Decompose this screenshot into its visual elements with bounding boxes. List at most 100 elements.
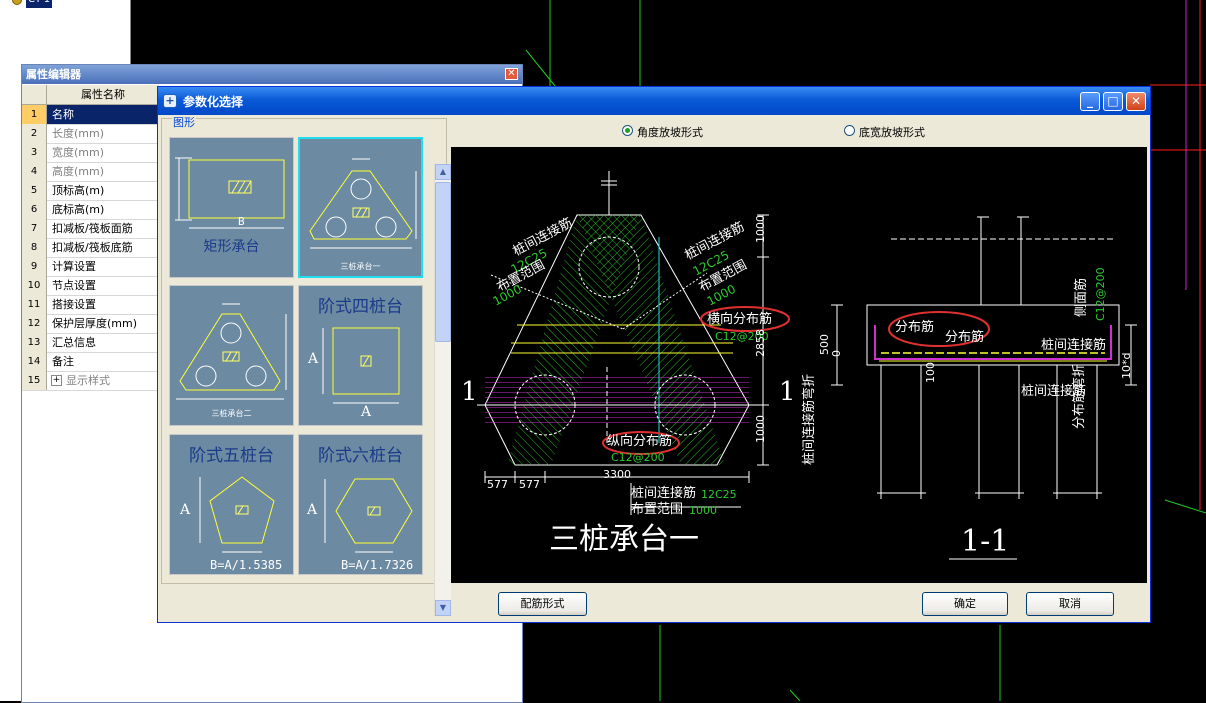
component-icon <box>12 0 22 5</box>
property-name[interactable]: 显示样式 <box>66 371 110 390</box>
maximize-icon[interactable]: □ <box>1103 92 1123 111</box>
tile-three-pile-cap-1[interactable]: 三桩承台一 <box>298 137 423 278</box>
drawing-label-sec-dim-500: 500 <box>818 334 831 355</box>
drawing-label-sec-right-vert: 分布筋弯折 <box>1072 363 1087 429</box>
row-index: 15 <box>22 371 47 390</box>
column-header-name: 属性名称 <box>47 85 159 105</box>
property-name[interactable]: 汇总信息 <box>52 333 96 352</box>
tile-stepped-five-pile[interactable]: 阶式五桩台 A B=A/1.5385 <box>169 434 294 575</box>
row-index: 2 <box>22 124 47 143</box>
drawing-label-sec-dist1: 分布筋 <box>895 320 935 335</box>
section-mark: 1 <box>461 377 478 407</box>
property-row[interactable]: 4 高度(mm) <box>22 162 158 182</box>
tile-three-pile-cap-2[interactable]: 三桩承台二 <box>169 285 294 426</box>
property-name[interactable]: 底标高(m) <box>52 200 104 219</box>
property-row[interactable]: 5 顶标高(m) <box>22 181 158 201</box>
cancel-button[interactable]: 取消 <box>1026 592 1114 616</box>
drawing-label-dim-3300: 3300 <box>603 468 631 481</box>
property-name[interactable]: 计算设置 <box>52 257 96 276</box>
tile-formula: B=A/1.7326 <box>341 558 414 572</box>
property-editor-title: 属性编辑器 <box>22 65 522 84</box>
drawing-label-sec-dim-10d: 10*d <box>1120 352 1133 379</box>
drawing-label-dim-1000-top: 1000 <box>754 215 767 243</box>
dialog-titlebar[interactable]: + 参数化选择 _ □ ✕ <box>158 87 1150 115</box>
tile-dim-a: A <box>307 502 318 518</box>
row-index: 11 <box>22 295 47 314</box>
property-row[interactable]: 15 + 显示样式 <box>22 371 158 391</box>
tile-caption: 三桩承台一 <box>340 262 381 271</box>
row-index: 10 <box>22 276 47 295</box>
app-icon: + <box>163 94 177 108</box>
tile-formula: B=A/1.5385 <box>210 558 283 572</box>
row-header-corner <box>22 85 47 105</box>
tile-caption: 矩形承台 <box>203 239 260 255</box>
property-row[interactable]: 2 长度(mm) <box>22 124 158 144</box>
property-row[interactable]: 7 扣减板/筏板面筋 <box>22 219 158 239</box>
scroll-down-icon[interactable]: ▼ <box>435 600 451 616</box>
minimize-icon[interactable]: _ <box>1080 92 1100 111</box>
property-row[interactable]: 1 名称 <box>22 105 158 125</box>
property-name[interactable]: 搭接设置 <box>52 295 96 314</box>
drawing-label-dim-577a: 577 <box>487 478 508 491</box>
drawing-label-longitudinal-spec: C12@200 <box>611 451 665 464</box>
drawing-label-transverse: 横向分布筋 <box>707 312 773 327</box>
property-name[interactable]: 高度(mm) <box>52 162 104 181</box>
property-row[interactable]: 11 搭接设置 <box>22 295 158 315</box>
row-index: 12 <box>22 314 47 333</box>
property-row[interactable]: 12 保护层厚度(mm) <box>22 314 158 334</box>
radio-checked-icon[interactable] <box>622 125 633 136</box>
tile-dim-a: A <box>180 502 191 518</box>
tile-rectangular-cap[interactable]: B 矩形承台 <box>169 137 294 278</box>
property-name[interactable]: 宽度(mm) <box>52 143 104 162</box>
drawing-label-bottom-tie-spec: 12C25 <box>701 488 737 501</box>
row-index: 9 <box>22 257 47 276</box>
drawing-label-longitudinal: 纵向分布筋 <box>607 434 673 449</box>
drawing-title-section: 1-1 <box>961 524 1010 559</box>
radio-label: 底宽放坡形式 <box>859 126 925 139</box>
tree-node-selected[interactable]: CT-1 <box>26 0 53 8</box>
property-name[interactable]: 节点设置 <box>52 276 96 295</box>
tile-dim-b: B <box>238 215 245 228</box>
property-row[interactable]: 6 底标高(m) <box>22 200 158 220</box>
property-name[interactable]: 保护层厚度(mm) <box>52 314 137 333</box>
property-name[interactable]: 顶标高(m) <box>52 181 104 200</box>
property-row[interactable]: 3 宽度(mm) <box>22 143 158 163</box>
row-index: 8 <box>22 238 47 257</box>
row-index: 3 <box>22 143 47 162</box>
drawing-label-bottom-range: 布置范围 <box>631 502 684 517</box>
row-index: 4 <box>22 162 47 181</box>
property-name[interactable]: 名称 <box>47 105 158 124</box>
ok-button[interactable]: 确定 <box>922 592 1008 616</box>
tiles-scrollbar[interactable]: ▲ ▼ <box>434 164 451 616</box>
row-index: 13 <box>22 333 47 352</box>
scroll-up-icon[interactable]: ▲ <box>435 164 451 180</box>
property-row[interactable]: 13 汇总信息 <box>22 333 158 353</box>
property-name[interactable]: 扣减板/筏板面筋 <box>52 219 133 238</box>
tile-dim-a-vertical: A <box>308 351 319 367</box>
property-row[interactable]: 10 节点设置 <box>22 276 158 296</box>
property-name[interactable]: 备注 <box>52 352 74 371</box>
scroll-thumb[interactable] <box>435 182 451 342</box>
property-row[interactable]: 9 计算设置 <box>22 257 158 277</box>
tile-stepped-six-pile[interactable]: 阶式六桩台 A B=A/1.7326 <box>298 434 423 575</box>
property-row[interactable]: 14 备注 <box>22 352 158 372</box>
property-name[interactable]: 长度(mm) <box>52 124 104 143</box>
close-icon[interactable]: ✕ <box>1126 92 1146 111</box>
tile-stepped-four-pile[interactable]: 阶式四桩台 A A <box>298 285 423 426</box>
dialog-title: 参数化选择 <box>183 95 244 109</box>
tile-dim-a-horizontal: A <box>361 404 372 420</box>
radio-unchecked-icon[interactable] <box>844 125 855 136</box>
drawing-label-sec-dim-0: 0 <box>830 350 843 357</box>
drawing-label-sec-side: 侧面筋 <box>1074 277 1089 317</box>
drawing-label-sec-side-spec: C12@200 <box>1094 267 1107 321</box>
property-name[interactable]: 扣减板/筏板底筋 <box>52 238 133 257</box>
row-index: 6 <box>22 200 47 219</box>
property-row[interactable]: 8 扣减板/筏板底筋 <box>22 238 158 258</box>
slope-form-options: 角度放坡形式 底宽放坡形式 <box>450 118 1149 146</box>
rebar-form-button[interactable]: 配筋形式 <box>498 592 587 616</box>
radio-label: 角度放坡形式 <box>637 126 703 139</box>
drawing-title-plan: 三桩承台一 <box>549 522 699 557</box>
close-icon[interactable]: ✕ <box>505 68 518 80</box>
row-index: 7 <box>22 219 47 238</box>
expand-icon[interactable]: + <box>51 375 62 386</box>
